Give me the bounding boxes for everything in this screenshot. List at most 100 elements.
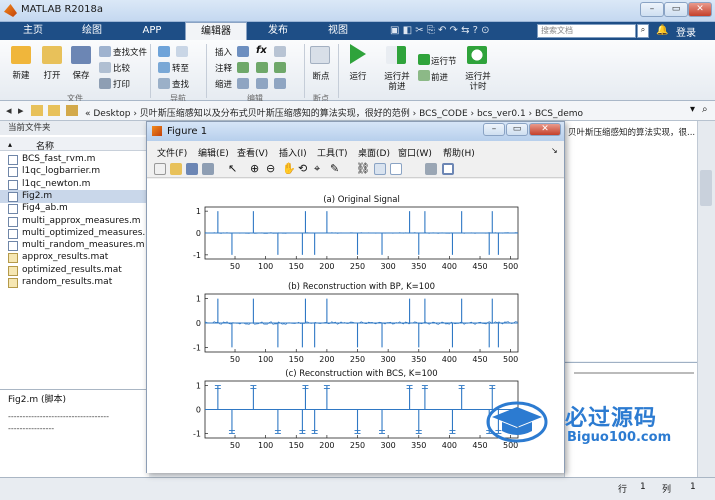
print-figure-icon[interactable] <box>202 163 214 175</box>
file-list-item[interactable]: l1qc_logbarrier.m <box>22 166 100 176</box>
figure-minimize-button[interactable]: – <box>483 123 505 136</box>
figure-logo-icon <box>152 126 162 136</box>
figure-menu-item[interactable]: 窗口(W) <box>398 146 432 159</box>
figure-menu-item[interactable]: 文件(F) <box>157 146 187 159</box>
advance-button[interactable]: 前进 <box>431 71 448 83</box>
col-label: 列 <box>662 485 672 495</box>
sign-in-button[interactable]: 登录 <box>676 24 696 39</box>
file-list-item[interactable]: multi_approx_measures.m <box>22 216 141 226</box>
file-list-item[interactable]: multi_random_measures.m <box>22 240 144 250</box>
smart-indent-icon[interactable] <box>237 78 249 89</box>
edit-plot-arrow-icon[interactable]: ↖ <box>228 162 237 175</box>
save-button[interactable]: 保存 <box>66 69 96 81</box>
comment-button[interactable]: 注释 <box>215 62 232 74</box>
run-and-time-icon <box>467 46 487 64</box>
pan-hand-icon[interactable]: ✋ <box>282 162 296 175</box>
figure-close-button[interactable]: ✕ <box>529 123 561 136</box>
figure-menu-item[interactable]: 插入(I) <box>279 146 307 159</box>
file-list-item[interactable]: BCS_fast_rvm.m <box>22 154 95 164</box>
minimize-button[interactable]: – <box>640 2 664 17</box>
path-dropdown-icon[interactable]: ▾ <box>690 104 695 115</box>
back-icon[interactable]: ◂ <box>6 104 12 117</box>
compare-button[interactable]: 比较 <box>113 62 130 74</box>
file-list-item[interactable]: optimized_results.mat <box>22 265 122 275</box>
figure-menu-item[interactable]: 工具(T) <box>317 146 348 159</box>
file-list-item[interactable]: Fig2.m <box>22 191 52 201</box>
new-button[interactable]: 新建 <box>6 69 36 81</box>
figure-menu-item[interactable]: 查看(V) <box>237 146 268 159</box>
insert-legend-icon[interactable] <box>390 163 402 175</box>
browse-folder-icon[interactable] <box>48 105 60 116</box>
close-button[interactable]: ✕ <box>688 2 712 17</box>
run-button[interactable]: 运行 <box>343 70 373 82</box>
brush-icon[interactable]: ✎ <box>330 162 339 175</box>
run-advance-label2[interactable]: 前进 <box>380 80 414 92</box>
mat-file-icon <box>8 253 18 264</box>
tab-plots[interactable]: 绘图 <box>64 22 120 40</box>
folder-up-icon[interactable] <box>31 105 43 116</box>
indent-button[interactable]: 缩进 <box>215 78 232 90</box>
figure-menu-item[interactable]: 帮助(H) <box>443 146 475 159</box>
insert-options-icon[interactable] <box>274 46 286 57</box>
file-list-item[interactable]: approx_results.mat <box>22 252 108 262</box>
hide-plot-tools-icon[interactable] <box>425 163 437 175</box>
data-cursor-icon[interactable]: ⌖ <box>314 162 320 176</box>
find-files-button[interactable]: 查找文件 <box>113 46 147 58</box>
zoom-out-icon[interactable]: ⊖ <box>266 162 275 175</box>
search-icon[interactable]: ⌕ <box>637 24 649 38</box>
editor-tab-title[interactable]: 贝叶斯压缩感知的算法实现，很... <box>568 126 696 138</box>
watermark-text: 必过源码 <box>565 406 658 431</box>
wrap-comment-icon[interactable] <box>274 62 286 73</box>
link-plot-icon[interactable]: ⛓ <box>356 162 370 175</box>
path-search-icon[interactable]: ⌕ <box>702 104 708 115</box>
print-button[interactable]: 打印 <box>113 78 130 90</box>
comment-icon[interactable] <box>237 62 249 73</box>
function-fx-icon[interactable]: fx <box>256 45 267 56</box>
sort-arrow-icon[interactable]: ▴ <box>8 140 12 149</box>
tab-home[interactable]: 主页 <box>8 22 58 40</box>
find-button[interactable]: 查找 <box>172 78 189 90</box>
forward-arrow-icon[interactable] <box>176 46 188 57</box>
goto-button[interactable]: 转至 <box>172 62 189 74</box>
figure-menu-item[interactable]: 桌面(D) <box>358 146 390 159</box>
tab-publish[interactable]: 发布 <box>250 22 306 40</box>
insert-colorbar-icon[interactable] <box>374 163 386 175</box>
maximize-button[interactable]: ▭ <box>664 2 688 17</box>
x-tick-label: 50 <box>230 262 240 271</box>
open-file-icon[interactable] <box>170 163 182 175</box>
quick-access-toolbar[interactable]: ▣ ◧ ✂ ⎘ ↶ ↷ ⇆ ? ⊙ <box>390 25 530 38</box>
run-section-button[interactable]: 运行节 <box>431 55 457 67</box>
current-folder-path[interactable]: « Desktop › 贝叶斯压缩感知以及分布式贝叶斯压缩感知的算法实现，很好的… <box>85 106 583 119</box>
tab-editor[interactable]: 编辑器 <box>185 22 247 40</box>
figure-maximize-button[interactable]: ▭ <box>506 123 528 136</box>
zoom-in-icon[interactable]: ⊕ <box>250 162 259 175</box>
breakpoints-button[interactable]: 断点 <box>306 70 336 82</box>
name-column-header[interactable]: 名称 <box>36 139 54 152</box>
new-figure-icon[interactable] <box>154 163 166 175</box>
dock-arrow-icon[interactable]: ↘ <box>551 146 558 155</box>
tab-apps[interactable]: APP <box>124 22 180 40</box>
run-time-label2[interactable]: 计时 <box>462 80 494 92</box>
editor-pane[interactable] <box>564 121 697 361</box>
save-figure-icon[interactable] <box>186 163 198 175</box>
y-tick-label: 1 <box>196 295 201 304</box>
figure-menu-item[interactable]: 编辑(E) <box>198 146 229 159</box>
back-arrow-icon[interactable] <box>158 46 170 57</box>
open-button[interactable]: 打开 <box>37 69 67 81</box>
file-list-item[interactable]: Fig4_ab.m <box>22 203 68 213</box>
file-list-item[interactable]: multi_optimized_measures.m <box>22 228 154 238</box>
tab-view[interactable]: 视图 <box>310 22 366 40</box>
notification-icon[interactable]: 🔔 <box>656 25 668 36</box>
search-docs-input[interactable]: 搜索文档 <box>537 24 636 38</box>
insert-button[interactable]: 插入 <box>215 46 232 58</box>
uncomment-icon[interactable] <box>256 62 268 73</box>
file-list-item[interactable]: l1qc_newton.m <box>22 179 90 189</box>
forward-icon[interactable]: ▸ <box>18 104 24 117</box>
rotate-3d-icon[interactable]: ⟲ <box>298 162 307 175</box>
increase-indent-icon[interactable] <box>256 78 268 89</box>
breakpoints-icon <box>310 46 330 64</box>
file-list-item[interactable]: random_results.mat <box>22 277 112 287</box>
decrease-indent-icon[interactable] <box>274 78 286 89</box>
scrollbar-thumb[interactable] <box>700 170 712 206</box>
show-plot-tools-icon[interactable] <box>442 163 454 175</box>
